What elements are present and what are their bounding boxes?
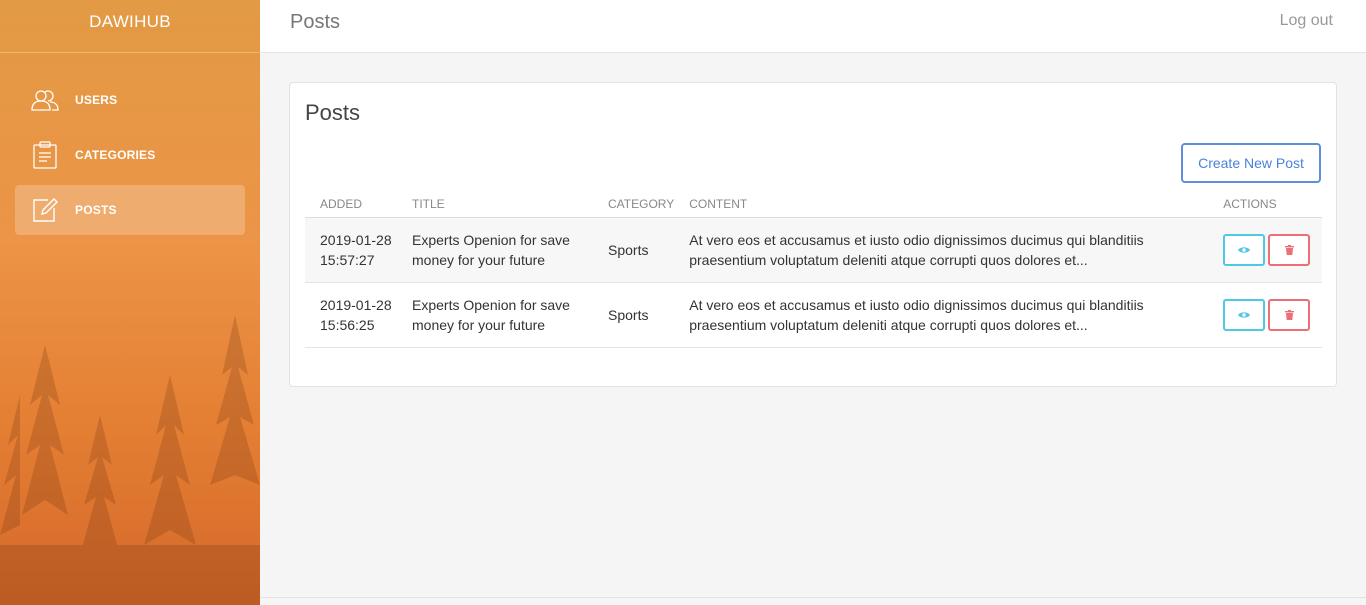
sidebar-item-users[interactable]: USERS [15,75,245,125]
title-line: money for your future [412,251,546,268]
logout-link[interactable]: Log out [1280,12,1333,30]
card-title: Posts [305,100,361,125]
content-line: At vero eos et accusamus et iusto odio d… [689,296,1144,313]
cell-category: Sports [593,217,675,283]
sidebar: DAWIHUB USERS CATEGORIES POSTS [0,0,260,605]
table-row: 2019-01-28 15:56:25 Experts Openion for … [305,282,1322,348]
sidebar-item-label: CATEGORIES [75,148,156,162]
view-button[interactable] [1223,298,1266,331]
delete-button[interactable] [1268,298,1311,331]
sidebar-item-label: USERS [75,93,118,107]
content-line: praesentium voluptatum deleniti atque co… [689,316,1088,333]
cell-category: Sports [593,282,675,348]
cell-actions [1208,217,1322,283]
column-header-added[interactable]: ADDED [305,191,397,218]
users-icon [31,86,59,114]
eye-icon [1238,311,1251,318]
trash-icon [1284,244,1294,255]
footer-divider [260,597,1366,598]
posts-table: ADDED TITLE CATEGORY CONTENT ACTIONS 201… [305,191,1322,348]
cell-content: At vero eos et accusamus et iusto odio d… [674,282,1209,348]
added-time: 15:56:25 [320,316,375,333]
posts-card: Posts Create New Post ADDED TITLE CATEGO… [289,82,1337,387]
cell-title: Experts Openion for save money for your … [397,217,593,283]
content-line: At vero eos et accusamus et iusto odio d… [689,231,1144,248]
cell-content: At vero eos et accusamus et iusto odio d… [674,217,1209,283]
sidebar-item-label: POSTS [75,203,117,217]
added-date: 2019-01-28 [320,231,392,248]
cell-added: 2019-01-28 15:56:25 [305,282,397,348]
column-header-actions: ACTIONS [1208,191,1322,218]
sidebar-nav: USERS CATEGORIES POSTS [0,53,260,235]
table-header-row: ADDED TITLE CATEGORY CONTENT ACTIONS [305,191,1322,218]
title-line: Experts Openion for save [412,231,570,248]
sidebar-item-posts[interactable]: POSTS [15,185,245,235]
edit-icon [31,196,59,224]
actions-group [1223,233,1322,266]
brand-logo[interactable]: DAWIHUB [0,0,260,53]
trash-icon [1284,309,1294,320]
column-header-title[interactable]: TITLE [397,191,593,218]
content-line: praesentium voluptatum deleniti atque co… [689,251,1088,268]
clipboard-icon [31,141,59,169]
create-new-post-button[interactable]: Create New Post [1181,143,1321,183]
column-header-category[interactable]: CATEGORY [593,191,675,218]
table-row: 2019-01-28 15:57:27 Experts Openion for … [305,217,1322,283]
view-button[interactable] [1223,233,1266,266]
top-navbar: Posts Log out [260,0,1366,53]
delete-button[interactable] [1268,233,1311,266]
added-date: 2019-01-28 [320,296,392,313]
cell-actions [1208,282,1322,348]
column-header-content[interactable]: CONTENT [674,191,1209,218]
page-title: Posts [290,11,341,33]
cell-added: 2019-01-28 15:57:27 [305,217,397,283]
actions-group [1223,298,1322,331]
title-line: Experts Openion for save [412,296,570,313]
eye-icon [1238,246,1251,253]
cell-title: Experts Openion for save money for your … [397,282,593,348]
forest-background-image [0,315,260,605]
sidebar-item-categories[interactable]: CATEGORIES [15,130,245,180]
title-line: money for your future [412,316,546,333]
added-time: 15:57:27 [320,251,375,268]
